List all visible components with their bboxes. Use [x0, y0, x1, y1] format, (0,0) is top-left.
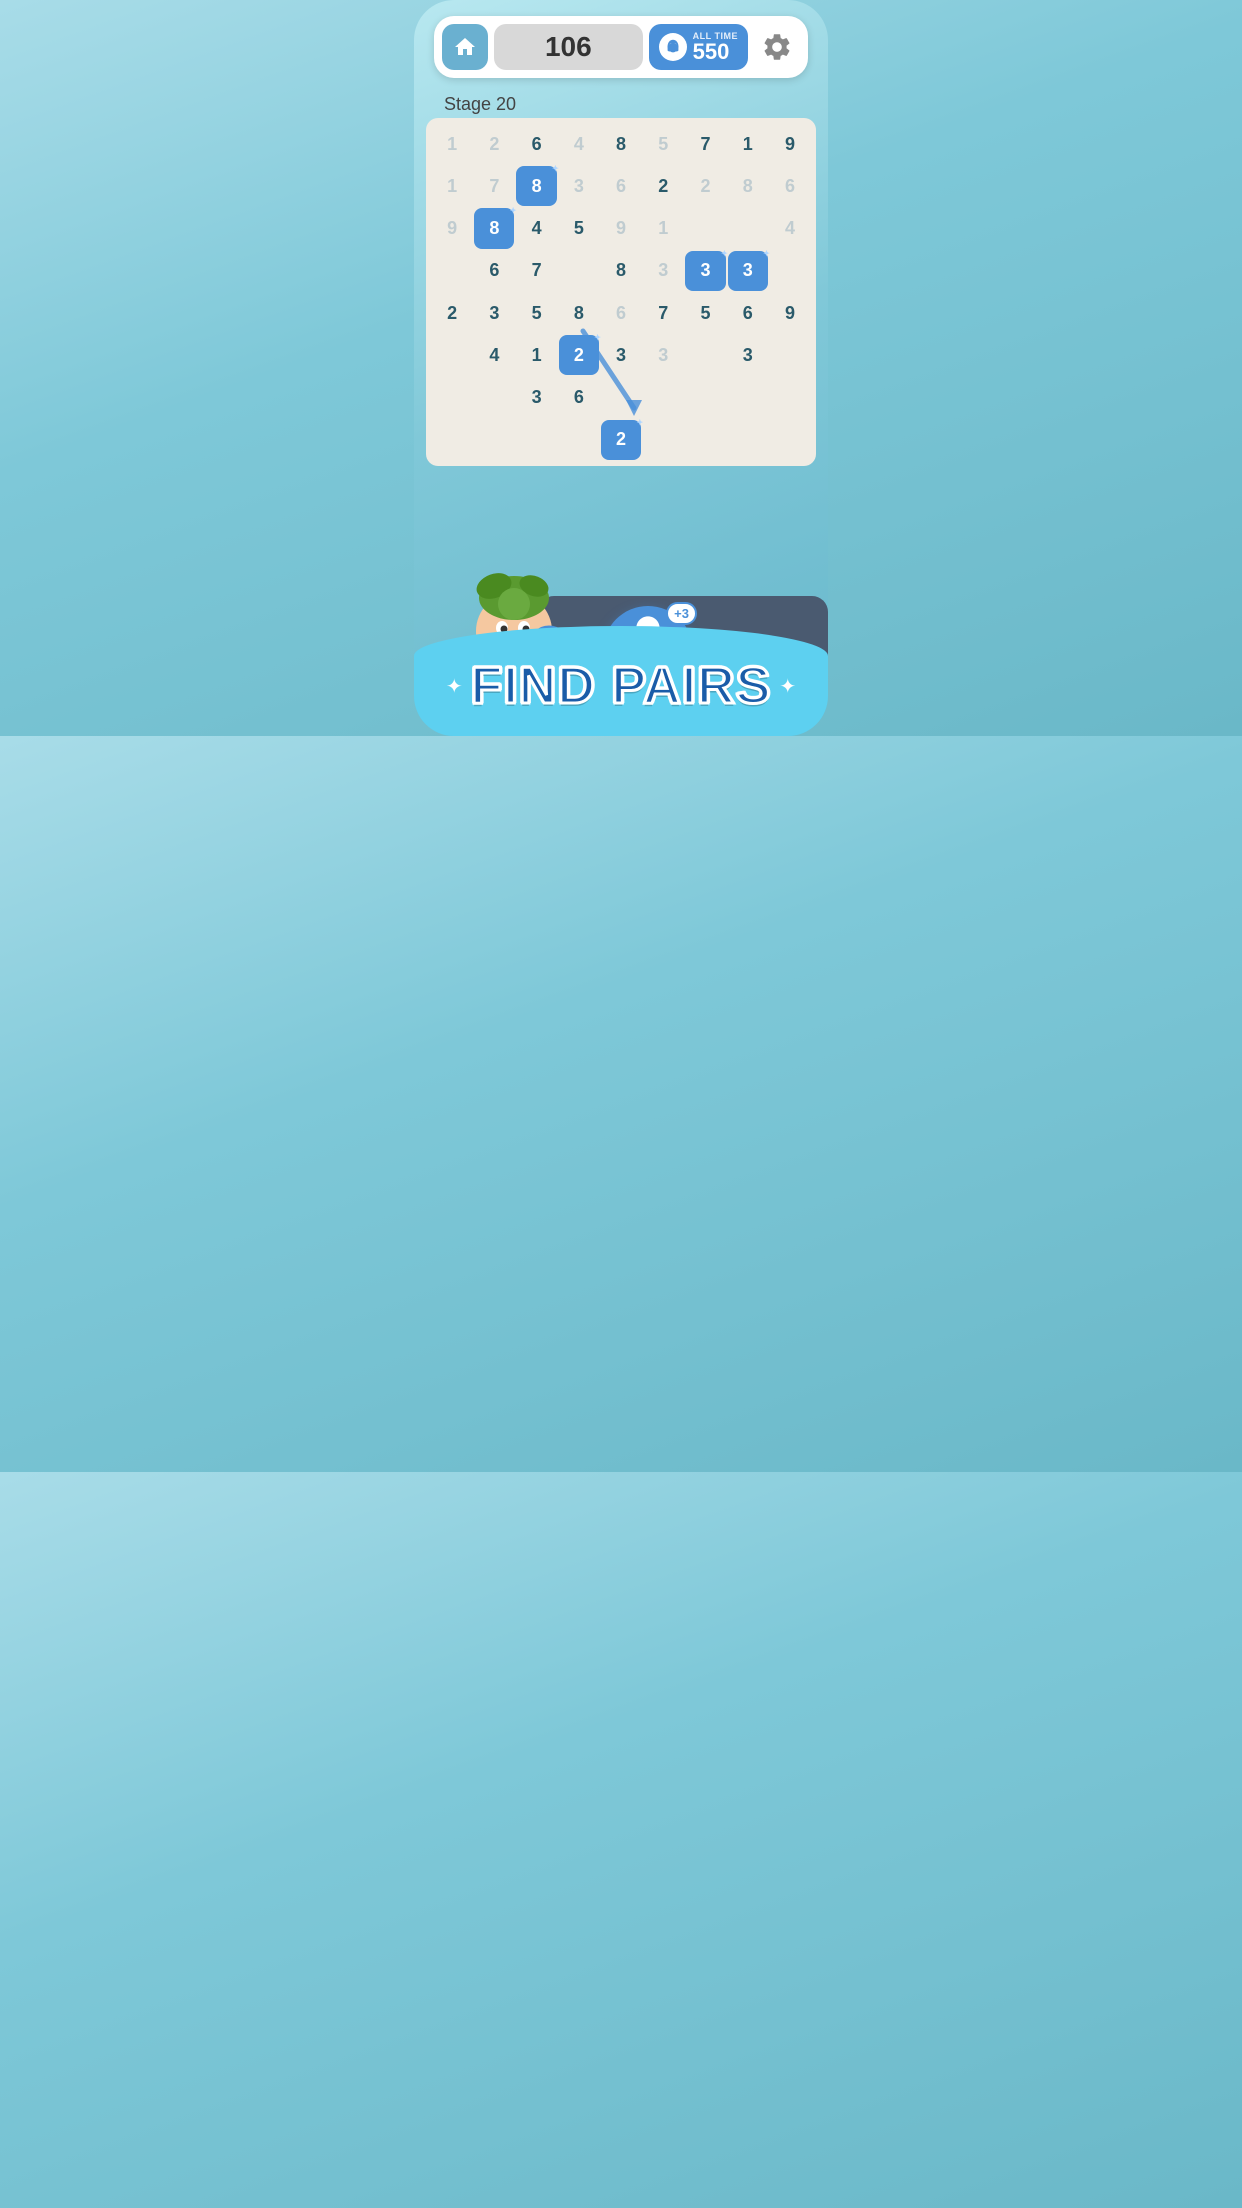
grid-cell[interactable]: 6 — [601, 293, 641, 333]
alltime-icon — [659, 33, 687, 61]
grid-cell[interactable]: 3 — [728, 335, 768, 375]
alltime-button[interactable]: ALL TIME 550 — [649, 24, 748, 70]
grid-cell[interactable] — [601, 377, 641, 417]
grid-cell[interactable]: 6 — [559, 377, 599, 417]
grid-cell[interactable] — [770, 377, 810, 417]
grid-cell[interactable]: 8 — [559, 293, 599, 333]
grid-area: 1264857191783622869845914678333235867569… — [426, 118, 816, 466]
grid-cell[interactable]: 2 — [432, 293, 472, 333]
home-button[interactable] — [442, 24, 488, 70]
grid-cell[interactable] — [474, 420, 514, 460]
grid-cell[interactable] — [728, 420, 768, 460]
grid-cell[interactable]: 5 — [516, 293, 556, 333]
grid-cell[interactable] — [432, 335, 472, 375]
sparkle-right: ✦ — [779, 674, 796, 699]
settings-button[interactable] — [754, 24, 800, 70]
gear-icon — [761, 31, 793, 63]
grid-cell[interactable]: 9 — [432, 208, 472, 248]
grid-cell[interactable]: 5 — [643, 124, 683, 164]
grid-cell[interactable] — [474, 377, 514, 417]
grid-cell[interactable] — [728, 377, 768, 417]
grid-cell[interactable]: 4 — [474, 335, 514, 375]
grid-cell[interactable]: 3 — [643, 335, 683, 375]
grid-cell[interactable]: 3 — [643, 251, 683, 291]
grid-cell[interactable]: 3 — [474, 293, 514, 333]
stage-label: Stage 20 — [444, 94, 516, 115]
grid-cell[interactable]: 7 — [685, 124, 725, 164]
grid-cell[interactable]: 6 — [474, 251, 514, 291]
grid-cell[interactable] — [685, 420, 725, 460]
grid-cell[interactable] — [432, 377, 472, 417]
score-box: 106 — [494, 24, 643, 70]
grid-cell[interactable]: 2 — [643, 166, 683, 206]
grid-cell[interactable]: 8 — [601, 251, 641, 291]
grid-cell[interactable]: 8 — [474, 208, 514, 248]
grid-cell[interactable] — [770, 335, 810, 375]
current-score: 106 — [545, 31, 592, 63]
grid-cell[interactable] — [685, 335, 725, 375]
grid-cell[interactable]: 6 — [516, 124, 556, 164]
grid-cell[interactable] — [643, 420, 683, 460]
hint-badge: +3 — [666, 602, 697, 625]
grid-cell[interactable] — [728, 208, 768, 248]
grid-cell[interactable]: 2 — [685, 166, 725, 206]
grid-cell[interactable]: 9 — [770, 293, 810, 333]
grid-cell[interactable]: 3 — [728, 251, 768, 291]
grid-cell[interactable]: 2 — [601, 420, 641, 460]
alltime-score: 550 — [693, 41, 730, 63]
grid-cell[interactable]: 6 — [601, 166, 641, 206]
grid-cell[interactable] — [559, 420, 599, 460]
grid-cell[interactable]: 7 — [516, 251, 556, 291]
grid-cell[interactable]: 1 — [432, 166, 472, 206]
grid-cell[interactable]: 1 — [516, 335, 556, 375]
grid-cell[interactable]: 8 — [728, 166, 768, 206]
grid-cell[interactable] — [432, 251, 472, 291]
grid-cell[interactable]: 7 — [474, 166, 514, 206]
top-bar: 106 ALL TIME 550 — [434, 16, 808, 78]
grid-cell[interactable]: 5 — [685, 293, 725, 333]
grid-cell[interactable]: 6 — [770, 166, 810, 206]
grid-cell[interactable]: 3 — [685, 251, 725, 291]
bottom-banner: ✦ FIND PAIRS ✦ — [414, 626, 828, 736]
grid-cell[interactable]: 3 — [516, 377, 556, 417]
grid-cell[interactable]: 2 — [559, 335, 599, 375]
grid-cell[interactable]: 9 — [770, 124, 810, 164]
grid-cell[interactable] — [685, 377, 725, 417]
grid-cell[interactable] — [770, 251, 810, 291]
ghost-icon — [664, 38, 682, 56]
sparkle-left: ✦ — [446, 674, 463, 699]
grid-cell[interactable]: 7 — [643, 293, 683, 333]
find-pairs-title: FIND PAIRS — [471, 656, 772, 716]
alltime-text: ALL TIME 550 — [693, 31, 738, 63]
grid-cell[interactable]: 1 — [432, 124, 472, 164]
grid-cell[interactable]: 5 — [559, 208, 599, 248]
game-grid: 1264857191783622869845914678333235867569… — [432, 124, 810, 460]
grid-cell[interactable]: 6 — [728, 293, 768, 333]
grid-cell[interactable]: 2 — [474, 124, 514, 164]
grid-cell[interactable] — [770, 420, 810, 460]
grid-cell[interactable]: 8 — [516, 166, 556, 206]
grid-cell[interactable]: 3 — [601, 335, 641, 375]
home-icon — [453, 35, 477, 59]
grid-cell[interactable] — [559, 251, 599, 291]
grid-cell[interactable] — [432, 420, 472, 460]
grid-cell[interactable]: 4 — [559, 124, 599, 164]
grid-cell[interactable] — [643, 377, 683, 417]
grid-cell[interactable] — [685, 208, 725, 248]
grid-cell[interactable]: 3 — [559, 166, 599, 206]
phone-frame: 106 ALL TIME 550 — [414, 0, 828, 736]
grid-cell[interactable]: 4 — [516, 208, 556, 248]
grid-cell[interactable]: 1 — [728, 124, 768, 164]
grid-cell[interactable] — [516, 420, 556, 460]
grid-cell[interactable]: 9 — [601, 208, 641, 248]
grid-cell[interactable]: 8 — [601, 124, 641, 164]
grid-cell[interactable]: 4 — [770, 208, 810, 248]
grid-cell[interactable]: 1 — [643, 208, 683, 248]
